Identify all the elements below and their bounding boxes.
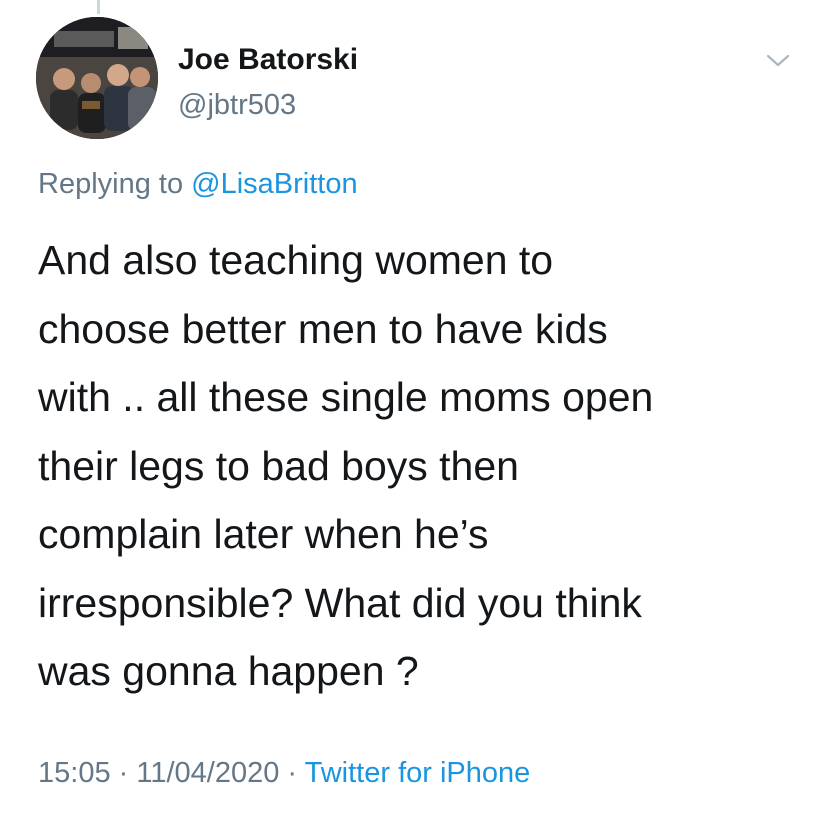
tweet-text: And also teaching women to choose better… xyxy=(38,237,654,694)
replying-prefix: Replying to xyxy=(38,168,192,200)
tweet-menu-button[interactable] xyxy=(762,48,794,72)
tweet-source-link[interactable]: Twitter for iPhone xyxy=(305,757,531,789)
author-handle[interactable]: @jbtr503 xyxy=(178,88,296,122)
tweet-date[interactable]: 11/04/2020 xyxy=(136,757,279,789)
thread-connector-line xyxy=(97,0,100,14)
reply-mention-link[interactable]: @LisaBritton xyxy=(191,168,357,200)
profile-photo xyxy=(36,17,158,139)
meta-separator: · xyxy=(110,757,137,789)
chevron-down-icon xyxy=(766,54,790,67)
author-name[interactable]: Joe Batorski xyxy=(178,42,358,78)
meta-separator: · xyxy=(279,757,305,789)
replying-to-line: Replying to @LisaBritton xyxy=(38,166,358,202)
tweet-time[interactable]: 15:05 xyxy=(38,757,111,789)
tweet-metadata: 15:05 · 11/04/2020 · Twitter for iPhone xyxy=(38,755,530,791)
avatar[interactable] xyxy=(36,17,158,139)
